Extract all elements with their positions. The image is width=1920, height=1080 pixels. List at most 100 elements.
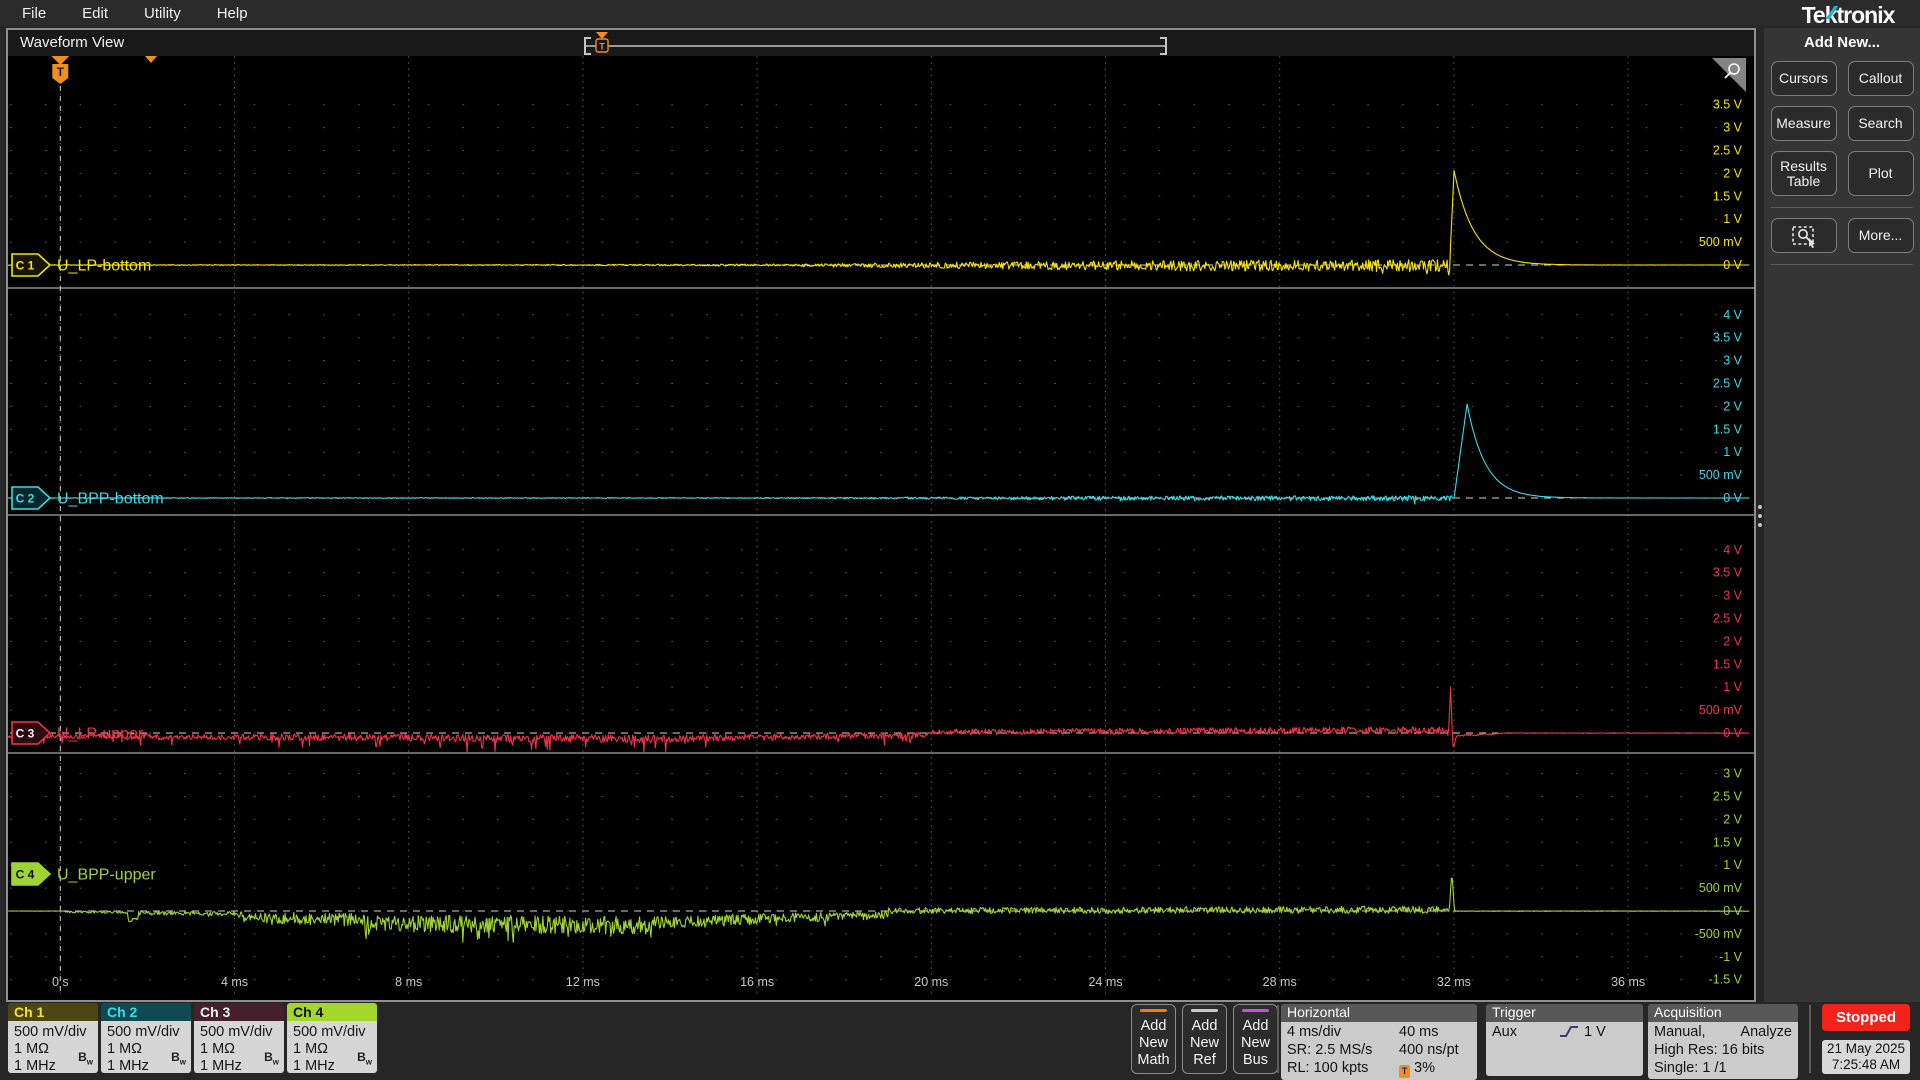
time-label: 7:25:48 AM	[1831, 1057, 1901, 1072]
axis-label: 1 V	[1723, 445, 1742, 459]
divider	[1809, 1005, 1811, 1073]
zoom-select-icon	[1791, 225, 1815, 248]
channel-tile-1[interactable]: Ch 1 500 mV/div 1 MΩ 1 MHz Bw	[8, 1003, 98, 1073]
waveform-trace-3[interactable]	[8, 686, 1750, 753]
add-new-ref-button[interactable]: Add New Ref	[1182, 1004, 1227, 1074]
channel-tile-4[interactable]: Ch 4 500 mV/div 1 MΩ 1 MHz Bw	[287, 1003, 377, 1073]
bandwidth-limit-badge: Bw	[78, 1049, 93, 1066]
axis-label: 3 V	[1723, 767, 1742, 781]
trigger-level: 1 V	[1584, 1024, 1606, 1040]
add-new-callout-button[interactable]: Callout	[1847, 61, 1914, 96]
axis-label: 1 V	[1723, 212, 1742, 226]
trigger-title: Trigger	[1486, 1004, 1643, 1022]
bandwidth-limit-badge: Bw	[357, 1049, 372, 1066]
axis-label: 2 V	[1723, 166, 1742, 180]
axis-label: 0 V	[1723, 904, 1742, 918]
channel-badge-label: C 4	[16, 868, 35, 882]
channel-tile-body: 500 mV/div 1 MΩ 1 MHz Bw	[194, 1021, 284, 1073]
axis-label: 1 V	[1723, 680, 1742, 694]
trigger-marker-triangle[interactable]	[51, 56, 70, 65]
channel-scale: 500 mV/div	[14, 1024, 87, 1040]
acquisition-title: Acquisition	[1648, 1004, 1798, 1022]
run-stop-status[interactable]: Stopped	[1822, 1004, 1910, 1031]
button-stripe	[1140, 1009, 1167, 1012]
add-new-math-button[interactable]: Add New Math	[1131, 1004, 1176, 1074]
channel-tile-body: 500 mV/div 1 MΩ 1 MHz Bw	[101, 1021, 191, 1073]
expansion-point-marker[interactable]	[145, 56, 157, 63]
channel-name-label[interactable]: U_BPP-bottom	[57, 491, 164, 508]
axis-label: 2.5 V	[1713, 144, 1743, 158]
axis-label: 1.5 V	[1713, 422, 1743, 436]
channel-tile-2[interactable]: Ch 2 500 mV/div 1 MΩ 1 MHz Bw	[101, 1003, 191, 1073]
add-new-bus-button[interactable]: Add New Bus	[1233, 1004, 1278, 1074]
more-button[interactable]: More...	[1847, 218, 1914, 253]
sidebar: Add New... Cursors Callout Measure Search Re…	[1764, 28, 1920, 1002]
trigger-flag-icon: T	[1399, 1065, 1410, 1078]
record-trigger-letter: T	[599, 42, 605, 52]
acquisition-panel[interactable]: Acquisition Manual, Analyze High Res: 16…	[1648, 1004, 1798, 1079]
axis-label: 3 V	[1723, 121, 1742, 135]
record-length: RL: 100 kpts	[1287, 1060, 1369, 1076]
sample-rate: SR: 2.5 MS/s	[1287, 1042, 1373, 1058]
menu-item-utility[interactable]: Utility	[144, 5, 181, 22]
horizontal-title: Horizontal	[1281, 1004, 1477, 1022]
channel-badge-label: C 1	[16, 259, 35, 273]
time-tick-label: 4 ms	[221, 975, 248, 989]
trigger-position: 3%	[1414, 1060, 1435, 1076]
time-tick-label: 0 s	[52, 975, 69, 989]
channel-tile-title: Ch 1	[8, 1003, 98, 1021]
channel-badge-label: C 3	[16, 727, 35, 741]
record-trigger-triangle[interactable]	[596, 32, 608, 39]
sidebar-heading: Add New...	[1803, 34, 1881, 51]
channel-tile-title: Ch 2	[101, 1003, 191, 1021]
axis-label: 1.5 V	[1713, 657, 1743, 671]
add-new-results-table-button[interactable]: Results Table	[1770, 151, 1837, 196]
add-new-search-button[interactable]: Search	[1847, 106, 1914, 141]
horizontal-scale: 4 ms/div	[1287, 1024, 1341, 1040]
menu-item-file[interactable]: File	[22, 5, 46, 22]
axis-label: 3 V	[1723, 354, 1742, 368]
channel-tile-body: 500 mV/div 1 MΩ 1 MHz Bw	[8, 1021, 98, 1073]
waveform-trace-4[interactable]	[8, 877, 1750, 943]
axis-label: 3.5 V	[1713, 331, 1743, 345]
waveform-trace-2[interactable]	[8, 403, 1750, 505]
zoom-select-button[interactable]	[1770, 218, 1837, 253]
divider	[1277, 1005, 1279, 1073]
channel-tile-3[interactable]: Ch 3 500 mV/div 1 MΩ 1 MHz Bw	[194, 1003, 284, 1073]
add-new-cursors-button[interactable]: Cursors	[1770, 61, 1837, 96]
axis-label: 3.5 V	[1713, 566, 1743, 580]
add-new-measure-button[interactable]: Measure	[1770, 106, 1837, 141]
axis-label: 500 mV	[1699, 881, 1743, 895]
menu-item-edit[interactable]: Edit	[82, 5, 108, 22]
add-new-plot-button[interactable]: Plot	[1847, 151, 1914, 196]
time-tick-label: 32 ms	[1437, 975, 1471, 989]
bottom-bar: Ch 1 500 mV/div 1 MΩ 1 MHz Bw Ch 2 500 mV/div 1…	[0, 1002, 1920, 1080]
time-tick-label: 28 ms	[1263, 975, 1297, 989]
channel-name-label[interactable]: U_LP-upper	[57, 726, 144, 743]
horizontal-panel[interactable]: Horizontal 4 ms/div 40 ms SR: 2.5 MS/s 4…	[1281, 1004, 1477, 1080]
axis-label: -1.5 V	[1709, 973, 1743, 987]
menu-item-help[interactable]: Help	[217, 5, 248, 22]
waveform-trace-1[interactable]	[8, 169, 1750, 276]
time-tick-label: 12 ms	[566, 975, 600, 989]
time-tick-label: 20 ms	[914, 975, 948, 989]
axis-label: -1 V	[1719, 950, 1743, 964]
time-tick-label: 36 ms	[1611, 975, 1645, 989]
acquisition-single: Single: 1 /1	[1654, 1060, 1727, 1076]
waveform-plot[interactable]: T T C 1 U_LP-bottom C 2 U_BPP-bottom C 3 U_LP-u…	[8, 28, 1754, 1000]
axis-label: 2 V	[1723, 399, 1742, 413]
trigger-panel[interactable]: Trigger Aux 1 V	[1486, 1004, 1643, 1076]
bandwidth-limit-badge: Bw	[264, 1049, 279, 1066]
channel-badge-label: C 2	[16, 492, 35, 506]
add-new-buttons: Add New Math Add New Ref Add New Bus	[1131, 1004, 1278, 1074]
datetime-box: 21 May 2025 7:25:48 AM	[1822, 1040, 1910, 1074]
trigger-level-cell: 1 V	[1558, 1023, 1637, 1041]
button-stripe	[1242, 1009, 1269, 1012]
channel-name-label[interactable]: U_LP-bottom	[57, 258, 151, 275]
axis-label: -500 mV	[1695, 927, 1743, 941]
channel-name-label[interactable]: U_BPP-upper	[57, 867, 156, 884]
splitter-grip[interactable]	[1756, 503, 1763, 529]
axis-label: 2.5 V	[1713, 612, 1743, 626]
axis-label: 3 V	[1723, 589, 1742, 603]
axis-label: 2.5 V	[1713, 790, 1743, 804]
